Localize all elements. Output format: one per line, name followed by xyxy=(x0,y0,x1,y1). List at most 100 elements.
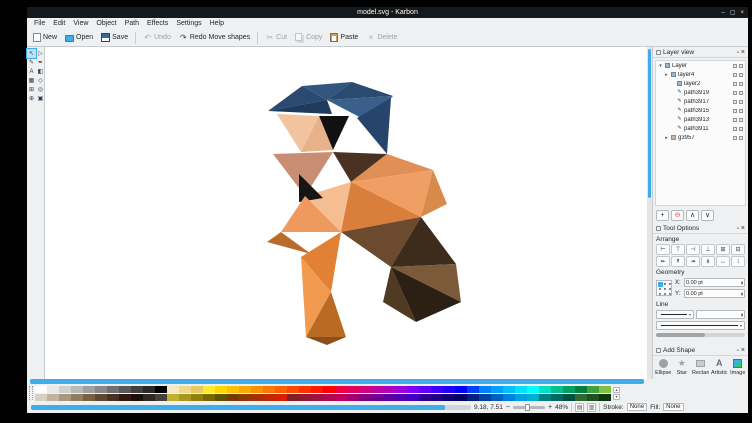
color-swatch[interactable] xyxy=(527,394,539,401)
color-swatch[interactable] xyxy=(515,394,527,401)
color-swatch[interactable] xyxy=(167,394,179,401)
color-swatch[interactable] xyxy=(59,394,71,401)
copy-button[interactable]: Copy xyxy=(292,33,325,42)
pan-tool[interactable]: ⊕ xyxy=(27,94,36,103)
color-swatch[interactable] xyxy=(71,394,83,401)
lower-layer-button[interactable]: ∨ xyxy=(701,210,714,221)
float-icon[interactable] xyxy=(737,347,739,354)
color-swatch[interactable] xyxy=(239,386,251,393)
menu-item-edit[interactable]: Edit xyxy=(49,20,69,27)
menu-item-view[interactable]: View xyxy=(69,20,92,27)
visibility-icon[interactable] xyxy=(733,127,737,131)
color-swatch[interactable] xyxy=(515,386,527,393)
layer-row[interactable]: ▸g3957 xyxy=(656,133,745,142)
palette-drag-handle[interactable] xyxy=(29,386,33,400)
visibility-icon[interactable] xyxy=(733,64,737,68)
spin-arrows-icon[interactable]: ▴▾ xyxy=(741,313,743,317)
color-swatch[interactable] xyxy=(239,394,251,401)
spin-arrows-icon[interactable]: ▴▾ xyxy=(741,281,743,285)
color-swatch[interactable] xyxy=(299,394,311,401)
visibility-icon[interactable] xyxy=(733,109,737,113)
color-swatch[interactable] xyxy=(503,386,515,393)
color-swatch[interactable] xyxy=(215,386,227,393)
color-swatch[interactable] xyxy=(359,386,371,393)
color-swatch[interactable] xyxy=(455,394,467,401)
color-swatch[interactable] xyxy=(491,394,503,401)
color-swatch[interactable] xyxy=(347,394,359,401)
color-swatch[interactable] xyxy=(479,386,491,393)
color-swatch[interactable] xyxy=(263,386,275,393)
color-swatch[interactable] xyxy=(443,386,455,393)
visibility-icon[interactable] xyxy=(733,82,737,86)
color-swatch[interactable] xyxy=(215,394,227,401)
new-button[interactable]: New xyxy=(30,32,60,43)
layer-row[interactable]: layer2 xyxy=(656,79,745,88)
color-swatch[interactable] xyxy=(143,386,155,393)
distribute-right-button[interactable]: ↠ xyxy=(686,256,700,267)
color-swatch[interactable] xyxy=(143,394,155,401)
color-swatch[interactable] xyxy=(131,394,143,401)
color-swatch[interactable] xyxy=(275,386,287,393)
canvas-artwork[interactable] xyxy=(45,47,647,379)
palette-hscrollbar[interactable] xyxy=(31,405,471,410)
layer-row[interactable]: ▾Layer xyxy=(656,61,745,70)
menu-item-path[interactable]: Path xyxy=(121,20,143,27)
color-swatch[interactable] xyxy=(299,386,311,393)
color-swatch[interactable] xyxy=(419,394,431,401)
page-view-button[interactable]: ▤ xyxy=(575,403,584,412)
zoom-slider-thumb[interactable] xyxy=(525,404,530,411)
color-swatch[interactable] xyxy=(395,386,407,393)
color-swatch[interactable] xyxy=(131,386,143,393)
color-swatch[interactable] xyxy=(479,394,491,401)
color-swatch[interactable] xyxy=(467,386,479,393)
color-swatch[interactable] xyxy=(47,386,59,393)
color-swatch[interactable] xyxy=(323,386,335,393)
grid-view-button[interactable]: ▥ xyxy=(587,403,596,412)
redo-button[interactable]: ↷Redo Move shapes xyxy=(176,32,253,43)
color-swatch[interactable] xyxy=(203,386,215,393)
distribute-v-button[interactable]: ↕ xyxy=(731,256,745,267)
gradient-tool[interactable]: ◧ xyxy=(36,67,45,76)
delete-button[interactable]: ×Delete xyxy=(363,32,400,43)
color-swatch[interactable] xyxy=(395,394,407,401)
line-width-spinbox[interactable]: ▴▾ xyxy=(696,310,745,319)
tree-caret-icon[interactable]: ▸ xyxy=(664,135,669,141)
canvas-hscroll-thumb[interactable] xyxy=(30,379,644,384)
color-swatch[interactable] xyxy=(191,394,203,401)
lock-icon[interactable] xyxy=(739,109,743,113)
shape-star[interactable]: ★Star xyxy=(674,358,691,376)
maximize-icon[interactable]: ▢ xyxy=(730,10,736,16)
canvas[interactable] xyxy=(45,47,652,379)
menu-item-help[interactable]: Help xyxy=(206,20,228,27)
visibility-icon[interactable] xyxy=(733,73,737,77)
text-tool[interactable]: A xyxy=(27,67,36,76)
color-swatch[interactable] xyxy=(551,386,563,393)
color-swatch[interactable] xyxy=(311,386,323,393)
layer-row[interactable]: ▸layer4 xyxy=(656,70,745,79)
menu-item-settings[interactable]: Settings xyxy=(172,20,205,27)
distribute-left-button[interactable]: ↞ xyxy=(656,256,670,267)
color-swatch[interactable] xyxy=(527,386,539,393)
lock-icon[interactable] xyxy=(739,127,743,131)
align-left-button[interactable]: ⊢ xyxy=(656,244,670,255)
align-bottom-button[interactable]: ⊥ xyxy=(701,244,715,255)
canvas-vscrollbar[interactable] xyxy=(647,47,652,379)
lock-icon[interactable] xyxy=(739,136,743,140)
zoom-slider[interactable] xyxy=(513,406,545,409)
color-swatch[interactable] xyxy=(35,386,47,393)
palette-hscroll-thumb[interactable] xyxy=(31,405,445,410)
color-swatch[interactable] xyxy=(587,386,599,393)
color-swatch[interactable] xyxy=(455,386,467,393)
color-swatch[interactable] xyxy=(155,394,167,401)
color-swatch[interactable] xyxy=(191,386,203,393)
stroke-value[interactable]: None xyxy=(627,403,647,411)
color-swatch[interactable] xyxy=(431,394,443,401)
color-swatch[interactable] xyxy=(539,386,551,393)
color-swatch[interactable] xyxy=(263,394,275,401)
color-swatch[interactable] xyxy=(335,386,347,393)
color-swatch[interactable] xyxy=(35,394,47,401)
y-spinbox[interactable]: 0.00 pt ▴▾ xyxy=(684,289,745,298)
close-icon[interactable] xyxy=(741,225,745,232)
color-swatch[interactable] xyxy=(575,394,587,401)
paste-button[interactable]: Paste xyxy=(327,32,361,43)
